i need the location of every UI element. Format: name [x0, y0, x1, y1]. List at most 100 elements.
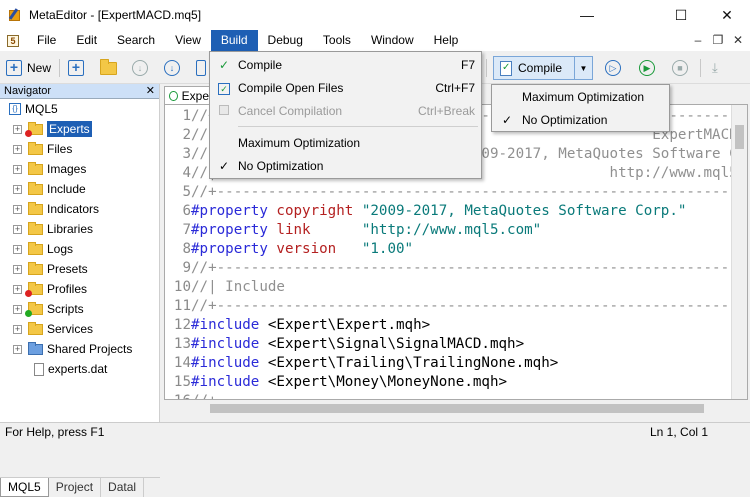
nav-item[interactable]: + Include — [0, 179, 160, 199]
expand-icon[interactable]: + — [13, 144, 22, 154]
nav-item[interactable]: + Experts — [0, 119, 160, 139]
nav-item[interactable]: + Profiles — [0, 279, 160, 299]
menu-build[interactable]: Build — [210, 30, 258, 51]
nav-item-label: Profiles — [47, 282, 88, 296]
nav-item[interactable]: + Files — [0, 139, 160, 159]
menu-help[interactable]: Help — [424, 30, 469, 51]
close-button[interactable]: ✕ — [704, 0, 750, 30]
run-button[interactable]: ▶ — [639, 57, 655, 79]
expand-icon[interactable]: + — [13, 324, 22, 334]
mdi-minimize-button[interactable]: – — [688, 30, 708, 51]
line-number: 1 — [182, 108, 191, 124]
compile-options-submenu: Maximum Optimization ✓ No Optimization — [491, 84, 670, 132]
expand-icon[interactable]: + — [13, 284, 22, 294]
document-tab[interactable]: Exper — [164, 86, 214, 105]
menu-item-compile[interactable]: ✓ Compile F7 — [210, 54, 481, 76]
nav-item[interactable]: + Shared Projects — [0, 339, 160, 359]
expand-icon[interactable]: + — [13, 344, 22, 354]
expand-icon[interactable]: + — [13, 224, 22, 234]
expand-icon[interactable]: + — [13, 264, 22, 274]
debug-icon: ▷ — [605, 60, 621, 76]
step-button[interactable]: ⤓ — [712, 57, 718, 79]
expand-icon[interactable]: + — [13, 244, 22, 254]
code-line: 14#include <Expert\Trailing\TrailingNone… — [165, 354, 735, 373]
document-mdi-icon[interactable]: 5 — [7, 34, 19, 47]
submenu-item-maximum-optimization[interactable]: Maximum Optimization — [492, 86, 669, 108]
vertical-scrollbar[interactable] — [731, 105, 747, 399]
nav-item-label: Libraries — [47, 222, 94, 236]
nav-item[interactable]: + Logs — [0, 239, 160, 259]
compile-dropdown-arrow[interactable]: ▼ — [574, 57, 592, 79]
menu-edit[interactable]: Edit — [66, 30, 107, 51]
maximize-button[interactable]: ☐ — [658, 0, 704, 30]
folder-icon — [25, 121, 43, 137]
print-icon — [196, 60, 206, 76]
mdi-restore-button[interactable]: ❐ — [708, 30, 728, 51]
nav-item[interactable]: + Indicators — [0, 199, 160, 219]
nav-item[interactable]: + Images — [0, 159, 160, 179]
nav-item[interactable]: + Services — [0, 319, 160, 339]
code-token: "http://www.mql5.com" — [361, 222, 542, 238]
new-button[interactable]: + New — [6, 57, 51, 79]
metaeditor-app-icon — [8, 8, 22, 22]
expand-icon[interactable]: + — [13, 124, 22, 134]
nav-item-label: Logs — [47, 242, 74, 256]
horizontal-scrollbar[interactable] — [164, 400, 748, 416]
expand-icon[interactable]: + — [13, 204, 22, 214]
folder-icon — [28, 261, 43, 275]
nav-item-label: Files — [47, 142, 73, 156]
code-line: 10//| Include | — [165, 278, 735, 297]
cancel-icon — [210, 104, 238, 118]
folder-icon — [28, 141, 43, 155]
code-token: link — [276, 222, 354, 238]
line-number: 15 — [173, 374, 191, 390]
submenu-item-no-optimization[interactable]: ✓ No Optimization — [492, 109, 669, 131]
code-token: #include — [191, 355, 260, 371]
nav-item[interactable]: + Presets — [0, 259, 160, 279]
compile-button[interactable]: Compile ▼ — [493, 56, 593, 80]
minimize-button[interactable]: — — [564, 0, 610, 30]
compile-button-label: Compile — [518, 61, 563, 75]
nav-item[interactable]: + Scripts — [0, 299, 160, 319]
expand-icon[interactable]: + — [13, 164, 22, 174]
menu-item-cancel-compilation: Cancel Compilation Ctrl+Break — [210, 100, 481, 122]
nav-root-label: MQL5 — [25, 102, 58, 116]
menu-item-no-optimization[interactable]: ✓ No Optimization — [210, 155, 481, 177]
open-button[interactable] — [100, 57, 117, 79]
stop-button[interactable]: ■ — [672, 57, 688, 79]
folder-icon — [28, 241, 43, 255]
print-button[interactable] — [196, 57, 206, 79]
chevron-down-icon: ▼ — [579, 63, 588, 73]
vertical-scroll-thumb[interactable] — [735, 125, 744, 149]
code-token: //+-------------------------------------… — [191, 298, 748, 314]
save-all-button[interactable]: ↓ — [164, 57, 180, 79]
ok-badge-icon — [25, 309, 32, 317]
expand-icon[interactable]: + — [13, 304, 22, 314]
nav-item[interactable]: + Libraries — [0, 219, 160, 239]
nav-tab-mql5[interactable]: MQL5 — [0, 478, 49, 497]
toolbar-separator — [59, 59, 60, 77]
navigator-close-icon[interactable]: ✕ — [146, 84, 155, 98]
new-file-button[interactable]: + — [68, 57, 84, 79]
menu-item-cancel-compilation-shortcut: Ctrl+Break — [417, 104, 475, 118]
menu-item-compile-open-files[interactable]: ✓ Compile Open Files Ctrl+F7 — [210, 77, 481, 99]
menu-debug[interactable]: Debug — [258, 30, 313, 51]
menu-item-maximum-optimization[interactable]: Maximum Optimization — [210, 132, 481, 154]
line-number: 4 — [182, 165, 191, 181]
mdi-close-button[interactable]: ✕ — [728, 30, 748, 51]
save-icon: ↓ — [132, 60, 148, 76]
nav-tab-database[interactable]: Datal — [101, 478, 145, 497]
expand-icon[interactable]: + — [13, 184, 22, 194]
menu-search[interactable]: Search — [107, 30, 165, 51]
status-cursor-position: Ln 1, Col 1 — [650, 424, 709, 439]
menu-view[interactable]: View — [165, 30, 211, 51]
nav-root[interactable]: {} MQL5 — [0, 99, 160, 119]
save-button[interactable]: ↓ — [132, 57, 148, 79]
horizontal-scroll-thumb[interactable] — [210, 404, 704, 413]
menu-file[interactable]: File — [27, 30, 66, 51]
menu-window[interactable]: Window — [361, 30, 424, 51]
nav-item[interactable]: experts.dat — [0, 359, 160, 379]
menu-tools[interactable]: Tools — [313, 30, 361, 51]
nav-tab-project[interactable]: Project — [49, 478, 102, 497]
start-debug-button[interactable]: ▷ — [605, 57, 621, 79]
